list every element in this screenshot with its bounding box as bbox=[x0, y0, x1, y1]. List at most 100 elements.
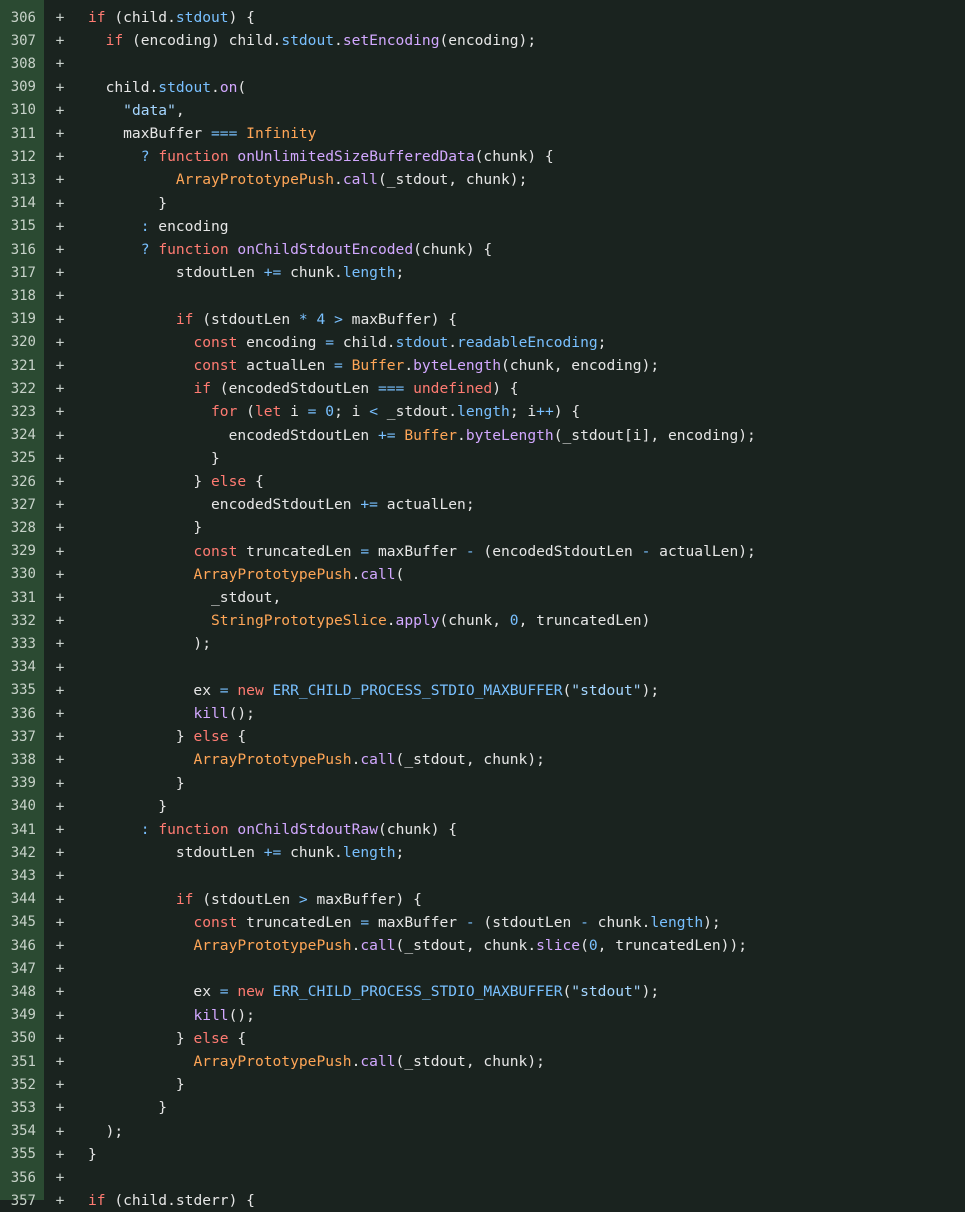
added-marker: + bbox=[55, 519, 65, 537]
line-number[interactable]: 335 bbox=[0, 682, 44, 698]
code-text: ArrayPrototypePush.call(_stdout, chunk); bbox=[193, 751, 545, 769]
line-number[interactable]: 338 bbox=[0, 752, 44, 768]
added-marker: + bbox=[55, 705, 65, 723]
line-number[interactable]: 341 bbox=[0, 822, 44, 838]
line-number[interactable]: 308 bbox=[0, 56, 44, 72]
line-number[interactable]: 318 bbox=[0, 288, 44, 304]
line-number[interactable]: 340 bbox=[0, 798, 44, 814]
line-number[interactable]: 349 bbox=[0, 1007, 44, 1023]
line-number[interactable]: 342 bbox=[0, 845, 44, 861]
line-number[interactable]: 319 bbox=[0, 311, 44, 327]
code-text: maxBuffer === Infinity bbox=[88, 125, 317, 143]
line-number[interactable]: 336 bbox=[0, 706, 44, 722]
line-number[interactable]: 313 bbox=[0, 172, 44, 188]
line-number[interactable]: 329 bbox=[0, 543, 44, 559]
diff-line: 326 + } else { bbox=[0, 470, 965, 493]
diff-line: 335 + ex = new ERR_CHILD_PROCESS_STDIO_MA… bbox=[0, 679, 965, 702]
line-number[interactable]: 355 bbox=[0, 1146, 44, 1162]
line-number[interactable]: 307 bbox=[0, 33, 44, 49]
code-text: child.stdout.on( bbox=[88, 78, 247, 96]
line-number[interactable]: 315 bbox=[0, 218, 44, 234]
code-text: ArrayPrototypePush.call(_stdout, chunk.s… bbox=[193, 937, 748, 955]
code-text: encodedStdoutLen += Buffer.byteLength(_s… bbox=[88, 426, 756, 444]
line-number[interactable]: 328 bbox=[0, 520, 44, 536]
line-number[interactable]: 323 bbox=[0, 404, 44, 420]
diff-line: 307 + if (encoding) child.stdout.setEncod… bbox=[0, 29, 965, 52]
diff-line: 309 + child.stdout.on( bbox=[0, 76, 965, 99]
line-number[interactable]: 345 bbox=[0, 914, 44, 930]
line-number[interactable]: 306 bbox=[0, 10, 44, 26]
diff-line: 341 + : function onChildStdoutRaw(chunk) … bbox=[0, 818, 965, 841]
line-number[interactable]: 356 bbox=[0, 1170, 44, 1186]
line-number[interactable]: 346 bbox=[0, 938, 44, 954]
added-marker: + bbox=[55, 1076, 65, 1094]
added-marker: + bbox=[55, 565, 65, 583]
line-number[interactable]: 309 bbox=[0, 79, 44, 95]
code-text: if (stdoutLen * 4 > maxBuffer) { bbox=[175, 310, 458, 328]
line-number[interactable]: 330 bbox=[0, 566, 44, 582]
added-marker: + bbox=[55, 612, 65, 630]
diff-line: 334 + bbox=[0, 656, 965, 679]
line-number[interactable]: 316 bbox=[0, 242, 44, 258]
line-number[interactable]: 320 bbox=[0, 334, 44, 350]
diff-line: 322 + if (encodedStdoutLen === undefined)… bbox=[0, 377, 965, 400]
added-marker: + bbox=[55, 797, 65, 815]
line-number[interactable]: 343 bbox=[0, 868, 44, 884]
added-marker: + bbox=[55, 9, 65, 27]
line-number[interactable]: 352 bbox=[0, 1077, 44, 1093]
diff-line: 354 + ); bbox=[0, 1120, 965, 1143]
line-number[interactable]: 326 bbox=[0, 474, 44, 490]
diff-line: 317 + stdoutLen += chunk.length; bbox=[0, 261, 965, 284]
diff-line: 315 + : encoding bbox=[0, 215, 965, 238]
line-number[interactable]: 321 bbox=[0, 358, 44, 374]
line-number[interactable]: 325 bbox=[0, 450, 44, 466]
diff-line: 327 + encodedStdoutLen += actualLen; bbox=[0, 493, 965, 516]
line-number[interactable]: 357 bbox=[0, 1193, 44, 1209]
line-number[interactable]: 327 bbox=[0, 497, 44, 513]
code-text: } else { bbox=[88, 728, 247, 746]
code-text: stdoutLen += chunk.length; bbox=[88, 264, 405, 282]
added-marker: + bbox=[55, 1053, 65, 1071]
code-text: } bbox=[88, 1076, 185, 1094]
line-number[interactable]: 331 bbox=[0, 590, 44, 606]
line-number[interactable]: 347 bbox=[0, 961, 44, 977]
code-text: } else { bbox=[88, 1029, 247, 1047]
added-marker: + bbox=[55, 1006, 65, 1024]
line-number[interactable]: 344 bbox=[0, 891, 44, 907]
line-number[interactable]: 311 bbox=[0, 126, 44, 142]
line-number[interactable]: 337 bbox=[0, 729, 44, 745]
line-number[interactable]: 310 bbox=[0, 102, 44, 118]
line-number[interactable]: 351 bbox=[0, 1054, 44, 1070]
diff-line: 321 + const actualLen = Buffer.byteLength… bbox=[0, 354, 965, 377]
added-marker: + bbox=[55, 241, 65, 259]
line-number[interactable]: 334 bbox=[0, 659, 44, 675]
added-marker: + bbox=[55, 496, 65, 514]
line-number[interactable]: 322 bbox=[0, 381, 44, 397]
diff-line: 351 + ArrayPrototypePush.call(_stdout, ch… bbox=[0, 1050, 965, 1073]
diff-line: 306 + if (child.stdout) { bbox=[0, 6, 965, 29]
line-number[interactable]: 354 bbox=[0, 1123, 44, 1139]
diff-line: 312 + ? function onUnlimitedSizeBufferedD… bbox=[0, 145, 965, 168]
code-text: : encoding bbox=[140, 217, 229, 235]
line-number[interactable]: 348 bbox=[0, 984, 44, 1000]
line-number[interactable]: 333 bbox=[0, 636, 44, 652]
added-marker: + bbox=[55, 821, 65, 839]
line-number[interactable]: 324 bbox=[0, 427, 44, 443]
line-number[interactable]: 350 bbox=[0, 1030, 44, 1046]
code-text: kill(); bbox=[193, 1006, 255, 1024]
added-marker: + bbox=[55, 473, 65, 491]
line-number[interactable]: 314 bbox=[0, 195, 44, 211]
added-marker: + bbox=[55, 542, 65, 560]
added-marker: + bbox=[55, 867, 65, 885]
added-marker: + bbox=[55, 264, 65, 282]
diff-line: 310 + "data", bbox=[0, 99, 965, 122]
line-number[interactable]: 339 bbox=[0, 775, 44, 791]
line-number[interactable]: 332 bbox=[0, 613, 44, 629]
line-number[interactable]: 353 bbox=[0, 1100, 44, 1116]
line-number[interactable]: 317 bbox=[0, 265, 44, 281]
code-text: } bbox=[88, 449, 220, 467]
code-text: stdoutLen += chunk.length; bbox=[88, 844, 405, 862]
added-marker: + bbox=[55, 1122, 65, 1140]
line-number[interactable]: 312 bbox=[0, 149, 44, 165]
code-text: } bbox=[88, 1099, 168, 1117]
